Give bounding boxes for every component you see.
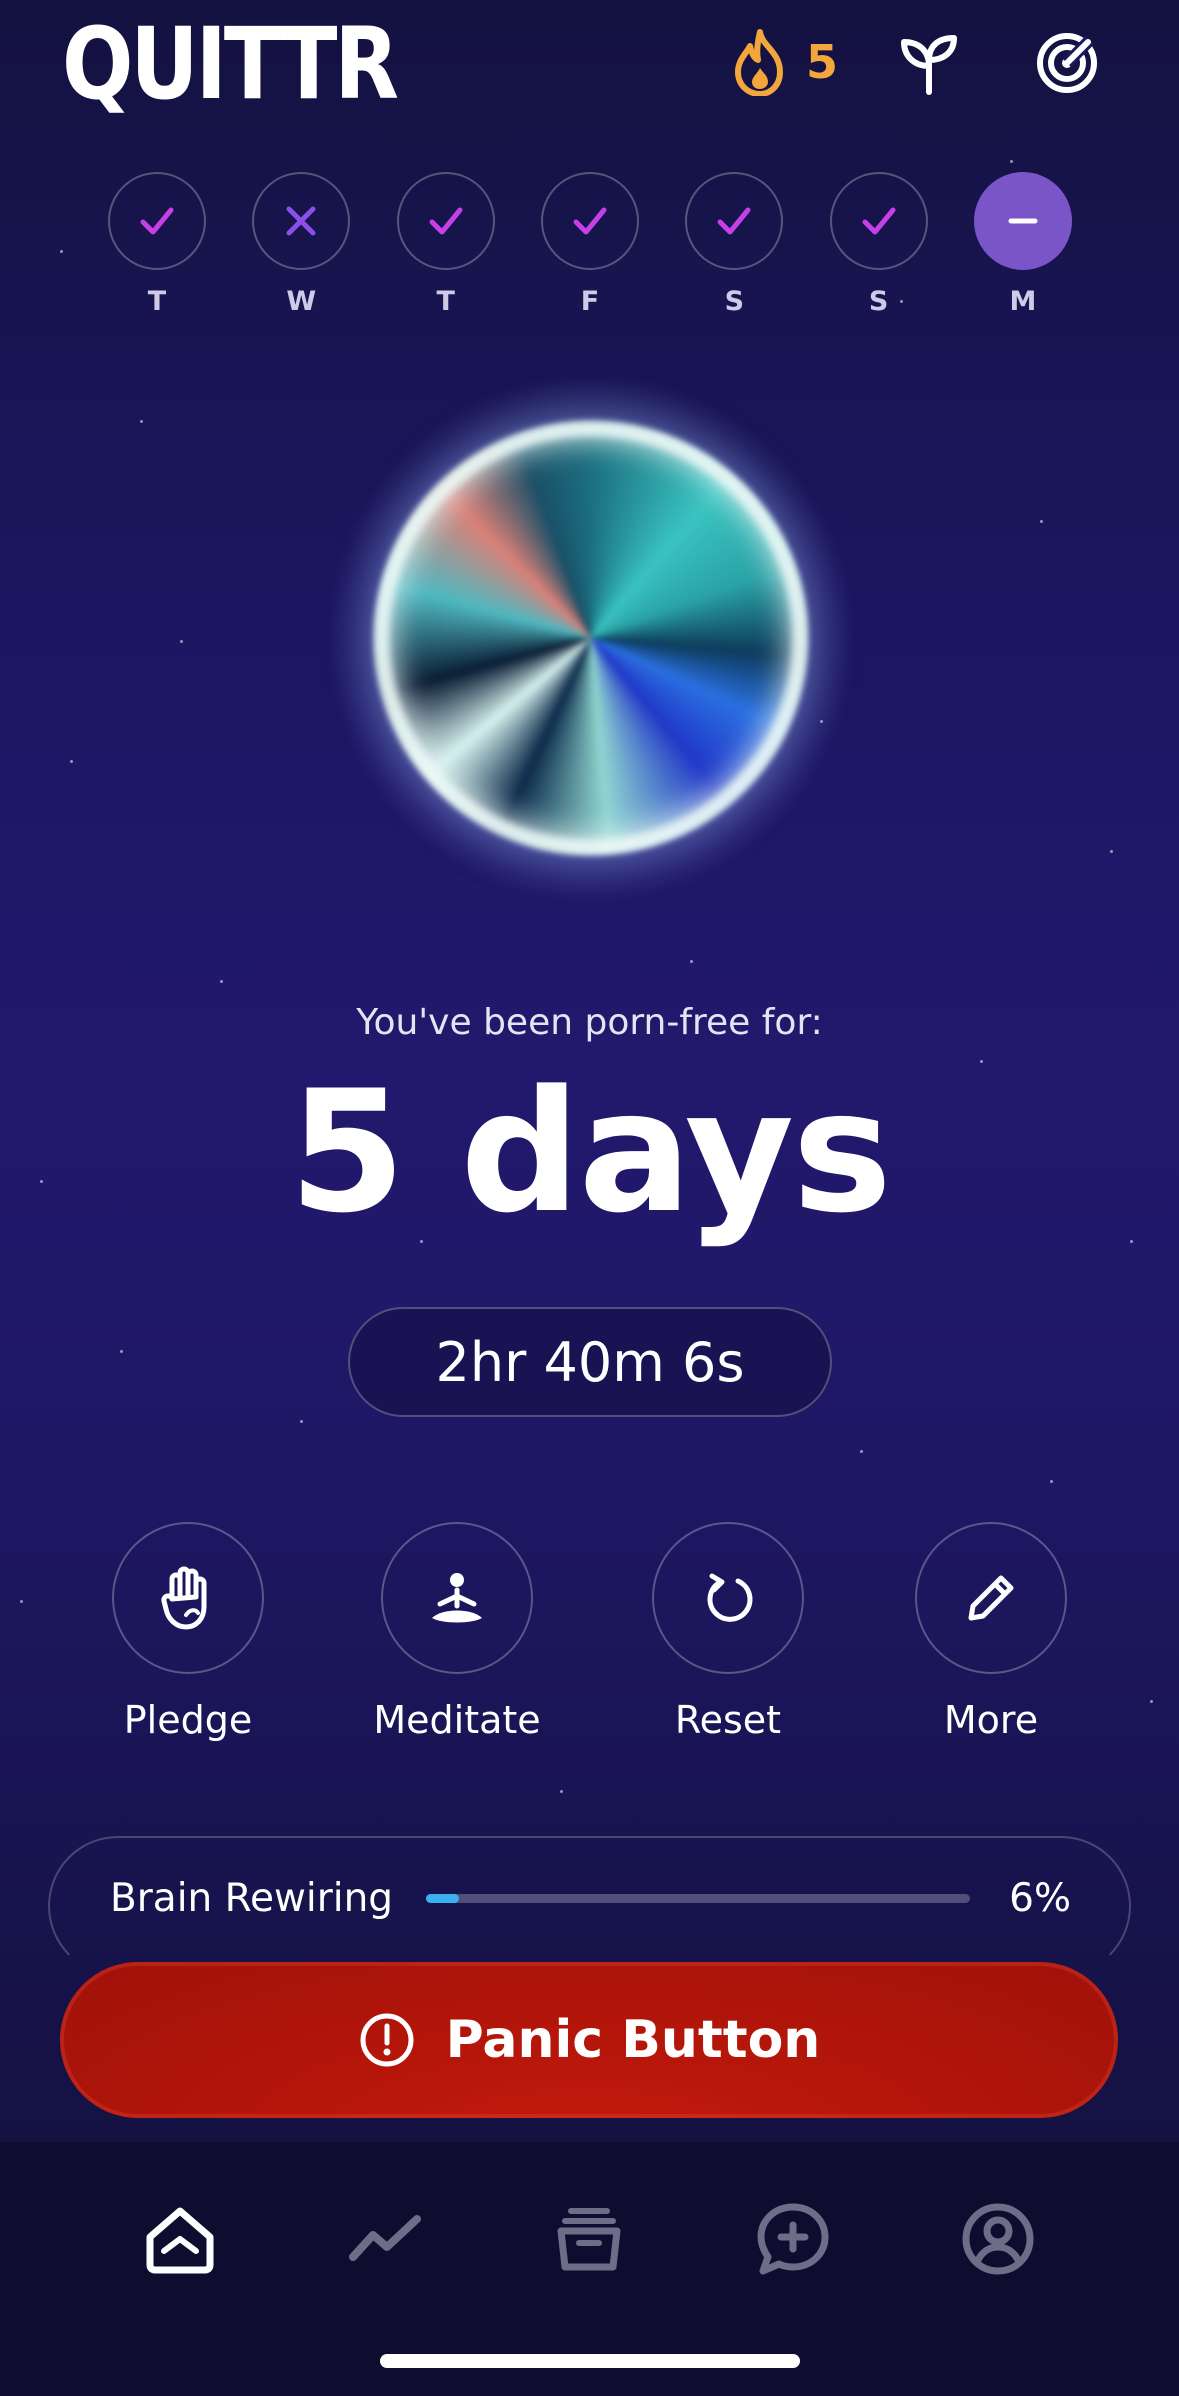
meditate-icon (432, 1573, 482, 1623)
chart-icon (349, 2215, 421, 2261)
radar-icon[interactable] (1034, 30, 1100, 96)
day-tue[interactable]: T (108, 172, 206, 317)
day-status-circle (973, 172, 1072, 270)
checkmark-icon (573, 207, 607, 235)
nav-community[interactable] (748, 2194, 838, 2284)
more-button[interactable]: More (891, 1522, 1091, 1742)
nav-home[interactable] (135, 2194, 225, 2284)
action-circle (652, 1522, 804, 1674)
brain-rewiring-label: Brain Rewiring (110, 1876, 394, 1921)
chat-add-icon (757, 2203, 829, 2275)
reset-icon (707, 1573, 753, 1622)
day-label: T (147, 286, 167, 317)
day-sat[interactable]: S (685, 172, 784, 317)
day-fri[interactable]: F (540, 172, 639, 317)
hand-icon (161, 1566, 207, 1630)
day-status-circle (829, 172, 928, 270)
day-label: T (436, 286, 455, 317)
bottom-nav (0, 2142, 1179, 2396)
reset-button[interactable]: Reset (628, 1522, 828, 1742)
profile-icon (962, 2203, 1034, 2275)
brain-rewiring-progress-fill (426, 1894, 459, 1903)
alert-icon (360, 2013, 414, 2067)
streak-count: 5 (806, 35, 839, 89)
action-circle (381, 1522, 533, 1674)
home-icon (146, 2207, 214, 2274)
action-circle (915, 1522, 1067, 1674)
top-header: QUITTR 5 (0, 0, 1179, 150)
streak-timer-text: 2hr 40m 6s (435, 1330, 745, 1394)
day-label: S (724, 286, 745, 317)
day-wed[interactable]: W (252, 172, 351, 317)
streak-timer: 2hr 40m 6s (348, 1307, 832, 1417)
day-status-circle (685, 172, 784, 270)
brain-rewiring-card[interactable]: Brain Rewiring 6% (48, 1836, 1131, 1976)
day-status-circle (540, 172, 639, 270)
orb-rim (375, 422, 807, 854)
brain-rewiring-progress-track (426, 1894, 970, 1903)
action-label: Pledge (123, 1698, 253, 1742)
day-status-circle (396, 172, 495, 270)
day-label: F (580, 286, 600, 317)
nav-library[interactable] (544, 2194, 634, 2284)
pencil-icon (968, 1575, 1014, 1621)
streak-counter[interactable]: 5 (728, 28, 838, 96)
panic-button[interactable]: Panic Button (60, 1962, 1118, 2118)
checkmark-icon (862, 207, 896, 235)
library-icon (557, 2208, 621, 2271)
cross-icon (286, 206, 316, 236)
pledge-button[interactable]: Pledge (88, 1522, 288, 1742)
action-label: Meditate (373, 1698, 541, 1742)
day-mon-today[interactable]: M (973, 172, 1072, 317)
day-thu[interactable]: T (396, 172, 495, 317)
day-label: W (286, 286, 317, 317)
flame-icon (735, 29, 783, 96)
checkmark-icon (140, 207, 174, 235)
weekly-checkin-row: T W T F S S M (108, 172, 1072, 317)
meditate-button[interactable]: Meditate (357, 1522, 557, 1742)
checkmark-icon (429, 207, 463, 235)
streak-days: 5 days (288, 1054, 892, 1250)
day-sun[interactable]: S (829, 172, 928, 317)
app-logo: QUITTR (62, 5, 399, 122)
day-label: S (868, 286, 889, 317)
minus-icon (1008, 218, 1038, 224)
action-circle (112, 1522, 264, 1674)
streak-subtitle: You've been porn-free for: (356, 1002, 823, 1043)
day-status-circle (108, 172, 206, 270)
checkmark-icon (717, 207, 751, 235)
nav-progress[interactable] (340, 2194, 430, 2284)
nav-profile[interactable] (953, 2194, 1043, 2284)
progress-orb[interactable] (325, 372, 857, 904)
sprout-icon[interactable] (896, 30, 962, 96)
action-label: Reset (674, 1698, 782, 1742)
day-status-circle (252, 172, 351, 270)
home-indicator (380, 2354, 800, 2368)
day-label: M (1009, 286, 1037, 317)
panic-button-label: Panic Button (445, 2010, 821, 2070)
action-label: More (943, 1698, 1039, 1742)
brain-rewiring-percent: 6% (1009, 1876, 1071, 1921)
